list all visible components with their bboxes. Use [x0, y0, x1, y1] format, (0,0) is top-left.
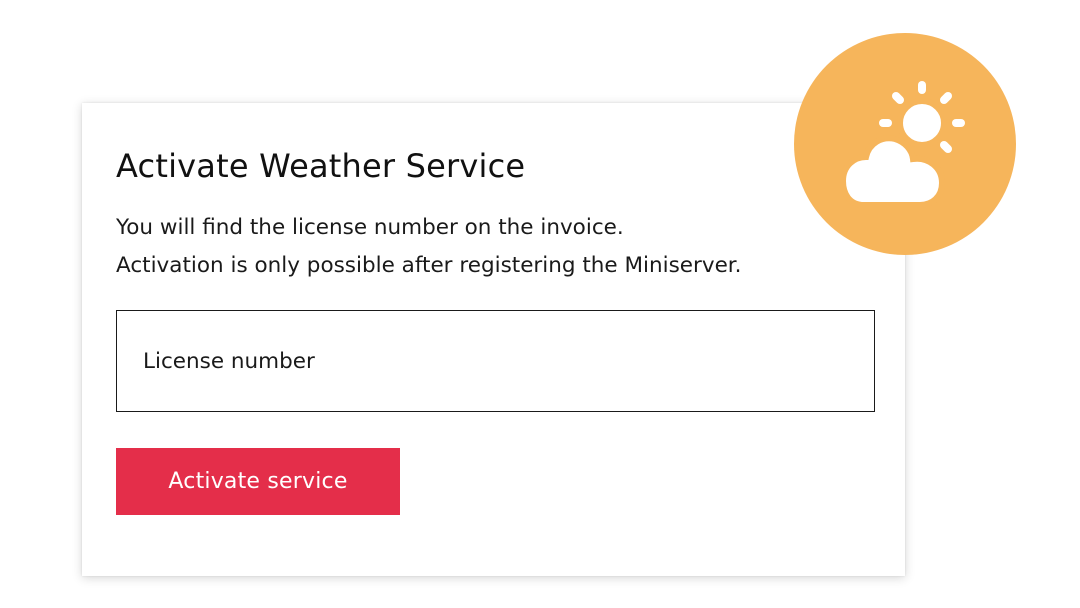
dialog-description: You will find the license number on the …: [116, 209, 742, 285]
partly-sunny-icon: [839, 81, 965, 208]
weather-badge: [794, 33, 1016, 255]
activation-card: Activate Weather Service You will find t…: [82, 103, 905, 576]
description-line-2: Activation is only possible after regist…: [116, 253, 742, 278]
dialog-title: Activate Weather Service: [116, 147, 526, 185]
license-number-input[interactable]: [117, 311, 874, 411]
activate-service-button[interactable]: Activate service: [116, 448, 400, 515]
description-line-1: You will find the license number on the …: [116, 215, 624, 240]
license-number-field[interactable]: [116, 310, 875, 412]
